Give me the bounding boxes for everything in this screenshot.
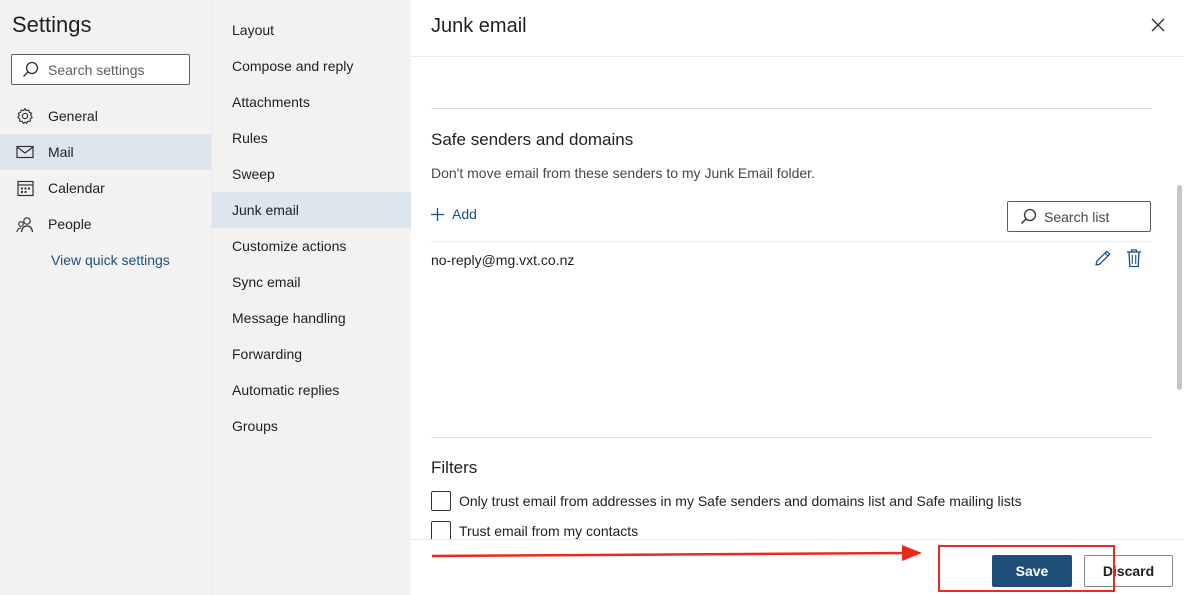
gear-icon	[16, 107, 34, 125]
close-button[interactable]	[1146, 13, 1170, 37]
nav-item-label: General	[48, 108, 98, 124]
checkbox[interactable]	[431, 521, 451, 541]
nav-item-calendar[interactable]: Calendar	[0, 170, 211, 206]
submenu-item-attachments[interactable]: Attachments	[212, 84, 411, 120]
safe-sender-email: no-reply@mg.vxt.co.nz	[431, 252, 575, 268]
submenu-item-rules[interactable]: Rules	[212, 120, 411, 156]
nav-item-mail[interactable]: Mail	[0, 134, 211, 170]
checkbox[interactable]	[431, 491, 451, 511]
scrollbar-thumb[interactable]	[1177, 185, 1182, 390]
view-quick-settings-link[interactable]: View quick settings	[51, 252, 170, 268]
search-icon	[1020, 208, 1037, 225]
save-button[interactable]: Save	[992, 555, 1072, 587]
filter-option-safe-senders-only[interactable]: Only trust email from addresses in my Sa…	[431, 491, 1022, 511]
submenu-item-automatic-replies[interactable]: Automatic replies	[212, 372, 411, 408]
search-settings-box[interactable]	[11, 54, 190, 85]
list-divider	[431, 241, 1152, 242]
submenu-item-customize-actions[interactable]: Customize actions	[212, 228, 411, 264]
filter-option-trust-contacts[interactable]: Trust email from my contacts	[431, 521, 638, 541]
search-list-box[interactable]: Search list	[1007, 201, 1151, 232]
mail-icon	[16, 143, 34, 161]
submenu-item-sync-email[interactable]: Sync email	[212, 264, 411, 300]
edit-icon[interactable]	[1094, 249, 1114, 269]
nav-item-general[interactable]: General	[0, 98, 211, 134]
safe-senders-title: Safe senders and domains	[431, 130, 634, 149]
submenu-item-groups[interactable]: Groups	[212, 408, 411, 444]
add-safe-sender-button[interactable]: Add	[431, 206, 477, 222]
trash-icon[interactable]	[1126, 248, 1144, 270]
submenu-item-junk-email[interactable]: Junk email	[212, 192, 411, 228]
settings-nav-pane: Settings General Mail Calendar People Vi…	[0, 0, 211, 595]
junk-email-content-pane: Junk email Safe senders and domains Don'…	[411, 0, 1184, 595]
nav-item-people[interactable]: People	[0, 206, 211, 242]
submenu-item-layout[interactable]: Layout	[212, 12, 411, 48]
filter-option-label: Only trust email from addresses in my Sa…	[459, 493, 1022, 509]
calendar-icon	[16, 179, 34, 197]
submenu-item-message-handling[interactable]: Message handling	[212, 300, 411, 336]
close-icon	[1151, 18, 1165, 32]
search-icon	[22, 61, 40, 79]
page-title: Junk email	[431, 15, 527, 37]
search-list-label: Search list	[1044, 208, 1110, 225]
section-divider	[431, 108, 1152, 109]
header-divider	[411, 56, 1184, 57]
submenu-item-forwarding[interactable]: Forwarding	[212, 336, 411, 372]
search-settings-input[interactable]	[48, 61, 178, 78]
nav-item-label: People	[48, 216, 92, 232]
mail-submenu-pane: Layout Compose and reply Attachments Rul…	[211, 0, 411, 595]
nav-item-label: Calendar	[48, 180, 105, 196]
filters-title: Filters	[431, 458, 478, 477]
list-item: no-reply@mg.vxt.co.nz	[431, 248, 1152, 272]
discard-button[interactable]: Discard	[1084, 555, 1173, 587]
nav-item-label: Mail	[48, 144, 74, 160]
submenu-item-sweep[interactable]: Sweep	[212, 156, 411, 192]
settings-footer: Save Discard	[411, 539, 1184, 595]
people-icon	[16, 215, 34, 233]
safe-senders-description: Don't move email from these senders to m…	[431, 165, 815, 181]
submenu-item-compose-and-reply[interactable]: Compose and reply	[212, 48, 411, 84]
settings-title: Settings	[12, 12, 92, 37]
section-divider	[431, 437, 1152, 438]
filter-option-label: Trust email from my contacts	[459, 523, 639, 539]
add-label: Add	[452, 206, 477, 222]
plus-icon	[431, 207, 445, 221]
